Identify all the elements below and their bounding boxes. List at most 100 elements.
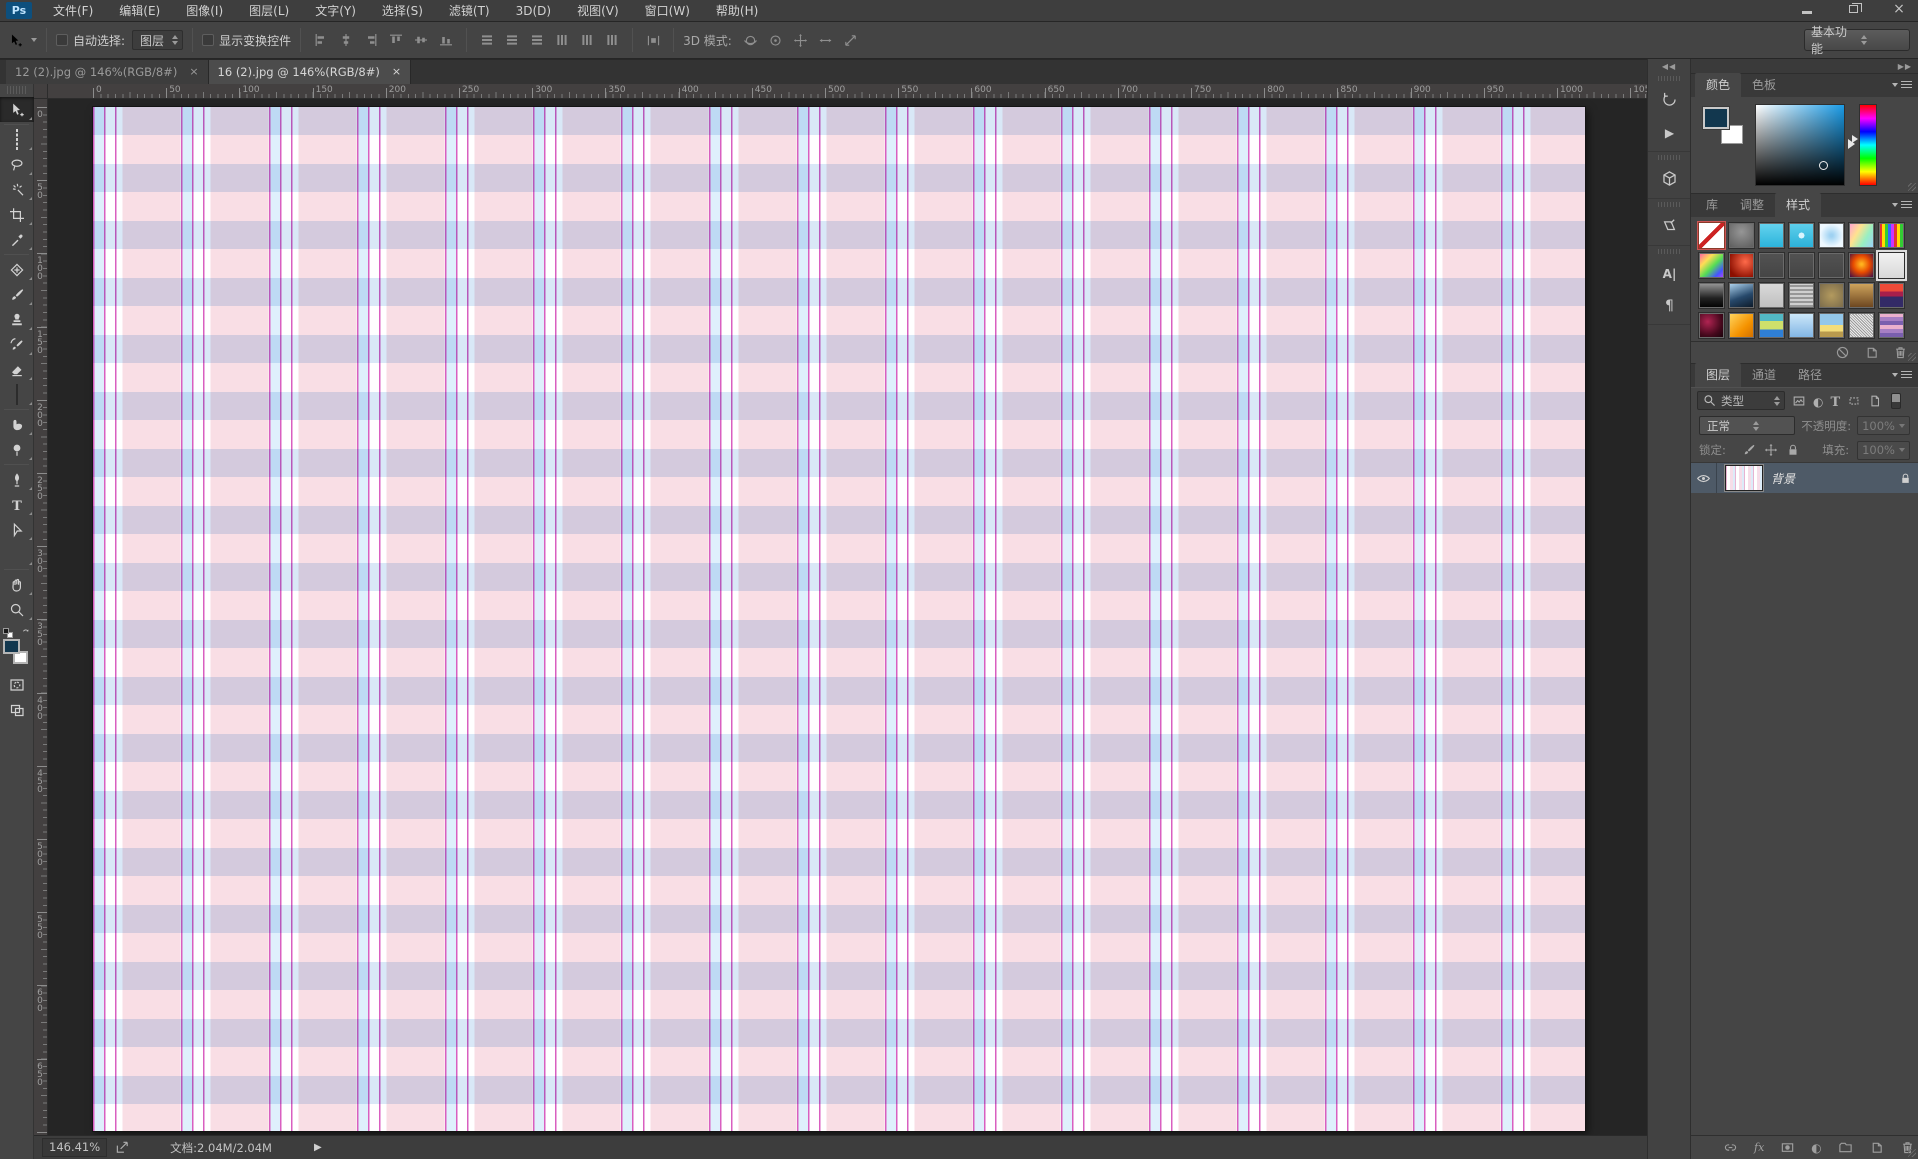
adjustment-filter-icon[interactable]: ◐ — [1813, 391, 1823, 410]
align-aR-button[interactable] — [360, 29, 382, 51]
document-canvas[interactable] — [93, 107, 1585, 1131]
distribute-button-1[interactable] — [476, 29, 498, 51]
history-brush-tool[interactable] — [0, 332, 34, 357]
3d-mode-button-2[interactable] — [765, 29, 787, 51]
panel-menu-icon[interactable] — [1892, 371, 1912, 378]
foreground-color-swatch[interactable] — [3, 639, 20, 654]
foreground-color-swatch[interactable] — [1703, 107, 1729, 129]
eyedropper-tool[interactable] — [0, 227, 34, 252]
filter-toggle-switch[interactable] — [1891, 393, 1901, 409]
document-tab[interactable]: 12 (2).jpg @ 146%(RGB/8#)× — [6, 60, 209, 84]
character-panel-button[interactable]: A| — [1648, 256, 1691, 288]
delete-style-button[interactable] — [1893, 345, 1908, 360]
3d-mode-button-5[interactable] — [840, 29, 862, 51]
foreground-background-widget[interactable] — [1699, 103, 1749, 163]
panel-resize-grip[interactable] — [1908, 353, 1916, 361]
tab-close-icon[interactable]: × — [189, 60, 198, 84]
paragraph-panel-button[interactable]: ¶ — [1648, 288, 1691, 320]
shape-filter-icon[interactable] — [1847, 394, 1861, 408]
expand-dock-icon[interactable]: ▶▶ — [1691, 59, 1918, 73]
panel-menu-icon[interactable] — [1892, 81, 1912, 88]
canvas-viewport[interactable] — [48, 99, 1647, 1135]
quick-selection-tool[interactable] — [0, 177, 34, 202]
style-white-frame[interactable] — [1878, 252, 1905, 279]
tab-调整[interactable]: 调整 — [1729, 193, 1775, 217]
actions-panel-button[interactable]: ▶ — [1648, 115, 1691, 147]
tab-图层[interactable]: 图层 — [1695, 363, 1741, 387]
zoom-level-field[interactable]: 146.41% — [42, 1138, 107, 1157]
color-marker[interactable] — [1819, 161, 1828, 170]
tab-库[interactable]: 库 — [1695, 193, 1729, 217]
dodge-tool[interactable] — [0, 437, 34, 462]
menu-item[interactable]: 3D(D) — [503, 0, 564, 22]
blend-mode-dropdown[interactable]: 正常 — [1699, 416, 1795, 435]
panel-resize-grip[interactable] — [1908, 1149, 1916, 1157]
show-transform-checkbox[interactable] — [202, 34, 214, 46]
ruler-corner[interactable] — [34, 84, 48, 99]
lasso-tool[interactable] — [0, 152, 34, 177]
style-noise[interactable] — [1848, 312, 1875, 339]
collapse-dock-icon[interactable]: ◀◀ — [1648, 59, 1690, 73]
opacity-field[interactable]: 100% — [1857, 416, 1910, 435]
marquee-tool[interactable] — [0, 127, 34, 152]
type-tool[interactable]: T — [0, 492, 34, 517]
menu-item[interactable]: 帮助(H) — [703, 0, 771, 22]
distribute-button-6[interactable] — [601, 29, 623, 51]
menu-item[interactable]: 滤镜(T) — [436, 0, 503, 22]
style-horizon[interactable] — [1818, 312, 1845, 339]
style-sky[interactable] — [1788, 312, 1815, 339]
style-pale-glow[interactable] — [1818, 222, 1845, 249]
style-black-gloss[interactable] — [1698, 282, 1725, 309]
saturation-brightness-box[interactable] — [1755, 104, 1845, 186]
restore-button[interactable] — [1840, 2, 1866, 16]
style-rainbow-bars[interactable] — [1878, 222, 1905, 249]
new-group-icon[interactable] — [1838, 1140, 1853, 1155]
color-swatch-widget[interactable] — [0, 626, 34, 672]
style-cyan[interactable] — [1758, 222, 1785, 249]
smudge-tool[interactable] — [0, 412, 34, 437]
style-berry-stripes[interactable] — [1878, 312, 1905, 339]
tab-通道[interactable]: 通道 — [1741, 363, 1787, 387]
distribute-button-2[interactable] — [501, 29, 523, 51]
menu-item[interactable]: 窗口(W) — [632, 0, 703, 22]
link-layers-icon[interactable] — [1723, 1140, 1738, 1155]
menu-item[interactable]: 文件(F) — [40, 0, 106, 22]
tab-颜色[interactable]: 颜色 — [1695, 73, 1741, 97]
layer-visibility-icon[interactable] — [1691, 463, 1717, 493]
auto-select-checkbox[interactable] — [56, 34, 68, 46]
tab-样式[interactable]: 样式 — [1775, 193, 1821, 217]
align-aT-button[interactable] — [385, 29, 407, 51]
style-etched[interactable] — [1788, 282, 1815, 309]
tab-close-icon[interactable]: × — [392, 60, 401, 84]
layer-style-icon[interactable]: fx — [1754, 1141, 1764, 1154]
new-adjustment-icon[interactable]: ◐ — [1811, 1141, 1821, 1155]
style-tri-band[interactable] — [1758, 312, 1785, 339]
toolbar-grip[interactable] — [7, 86, 26, 94]
menu-item[interactable]: 视图(V) — [564, 0, 632, 22]
smart-filter-icon[interactable] — [1868, 394, 1882, 408]
style-none[interactable] — [1698, 222, 1725, 249]
notes-panel-button[interactable] — [1648, 209, 1691, 241]
shape-tool[interactable] — [0, 542, 34, 567]
style-bronze[interactable] — [1848, 282, 1875, 309]
path-selection-tool[interactable] — [0, 517, 34, 542]
align-aB-button[interactable] — [435, 29, 457, 51]
healing-brush-tool[interactable] — [0, 257, 34, 282]
hue-slider[interactable] — [1859, 104, 1877, 186]
pixel-filter-icon[interactable] — [1792, 394, 1806, 408]
style-flat-dark-2[interactable] — [1788, 252, 1815, 279]
swap-colors-icon[interactable] — [20, 624, 32, 643]
align-aCh-button[interactable] — [410, 29, 432, 51]
lock-position-icon[interactable] — [1764, 443, 1778, 457]
3d-mode-button-4[interactable] — [815, 29, 837, 51]
menu-item[interactable]: 编辑(E) — [106, 0, 173, 22]
panel-resize-grip[interactable] — [1908, 183, 1916, 191]
lock-all-icon[interactable] — [1786, 443, 1800, 457]
distribute-button-5[interactable] — [576, 29, 598, 51]
clear-style-button[interactable] — [1835, 345, 1850, 360]
close-button[interactable]: × — [1886, 2, 1912, 16]
style-orange-nebula[interactable] — [1848, 252, 1875, 279]
gradient-tool[interactable] — [0, 382, 34, 407]
style-antique-gold[interactable] — [1818, 282, 1845, 309]
style-flat-dark-1[interactable] — [1758, 252, 1785, 279]
